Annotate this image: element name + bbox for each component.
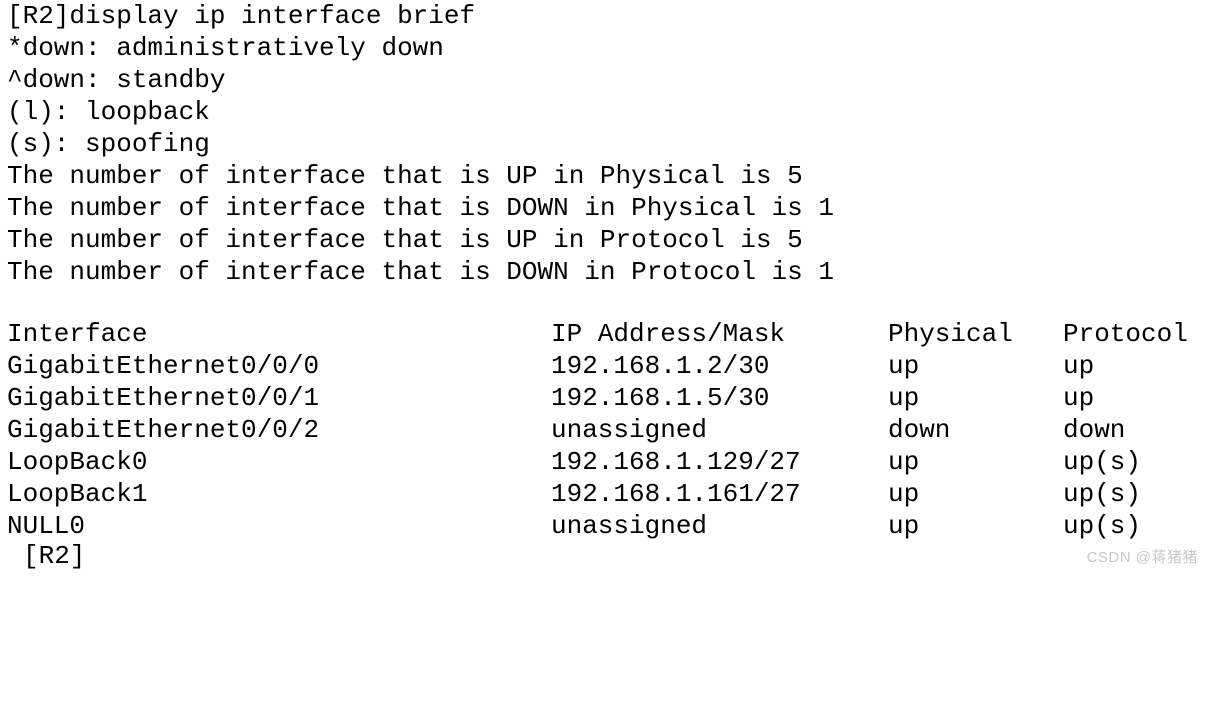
cell-ip-address-mask: 192.168.1.2/30 [551,351,770,381]
counter-line-up-physical: The number of interface that is UP in Ph… [0,160,1208,192]
legend-text: (l): loopback [7,97,210,127]
table-header-protocol: Protocol [1063,319,1188,349]
cell-physical-status: up [888,351,920,381]
terminal-output-pane: [R2]display ip interface brief *down: ad… [0,0,1208,573]
table-header-row: Interface IP Address/Mask Physical Proto… [0,318,1208,350]
cell-ip-address-mask: unassigned [551,511,708,541]
trailing-prompt-text: [R2] [23,541,86,571]
cell-ip-address-mask: 192.168.1.129/27 [551,447,801,477]
cell-protocol-status: up(s) [1063,479,1142,509]
legend-line-spoofing: (s): spoofing [0,128,1208,160]
table-row: GigabitEthernet0/0/2 unassigned down dow… [0,414,1208,446]
counter-line-down-protocol: The number of interface that is DOWN in … [0,256,1208,288]
table-header-physical: Physical [888,319,1013,349]
command-text: [R2]display ip interface brief [7,1,476,31]
cell-protocol-status: up [1063,351,1095,381]
cell-physical-status: up [888,383,920,413]
counter-line-up-protocol: The number of interface that is UP in Pr… [0,224,1208,256]
cell-interface: NULL0 [7,511,86,541]
table-row: GigabitEthernet0/0/0 192.168.1.2/30 up u… [0,350,1208,382]
legend-line-standby: ^down: standby [0,64,1208,96]
csdn-watermark: CSDN @蒋猪猪 [1086,549,1198,566]
legend-text: (s): spoofing [7,129,210,159]
cell-physical-status: up [888,479,920,509]
command-line: [R2]display ip interface brief [0,0,1208,32]
table-row: LoopBack0 192.168.1.129/27 up up(s) [0,446,1208,478]
counter-text: The number of interface that is UP in Pr… [7,225,803,255]
cell-interface: GigabitEthernet0/0/2 [7,415,320,445]
cell-interface: GigabitEthernet0/0/0 [7,351,320,381]
cell-protocol-status: up [1063,383,1095,413]
cell-interface: LoopBack0 [7,447,148,477]
cell-physical-status: down [888,415,951,445]
counter-text: The number of interface that is DOWN in … [7,257,834,287]
cell-interface: GigabitEthernet0/0/1 [7,383,320,413]
cell-protocol-status: up(s) [1063,447,1142,477]
cell-ip-address-mask: unassigned [551,415,708,445]
table-header-ip-address-mask: IP Address/Mask [551,319,786,349]
table-row: NULL0 unassigned up up(s) [0,510,1208,542]
table-row: GigabitEthernet0/0/1 192.168.1.5/30 up u… [0,382,1208,414]
cell-ip-address-mask: 192.168.1.161/27 [551,479,801,509]
cell-physical-status: up [888,447,920,477]
cell-physical-status: up [888,511,920,541]
trailing-prompt-line[interactable]: [R2] [0,540,1208,572]
legend-text: ^down: standby [7,65,226,95]
counter-text: The number of interface that is DOWN in … [7,193,834,223]
cell-protocol-status: down [1063,415,1126,445]
legend-text: *down: administratively down [7,33,444,63]
table-header-interface: Interface [7,319,148,349]
cell-interface: LoopBack1 [7,479,148,509]
legend-line-loopback: (l): loopback [0,96,1208,128]
counter-text: The number of interface that is UP in Ph… [7,161,803,191]
legend-line-admin-down: *down: administratively down [0,32,1208,64]
table-row: LoopBack1 192.168.1.161/27 up up(s) [0,478,1208,510]
cell-ip-address-mask: 192.168.1.5/30 [551,383,770,413]
counter-line-down-physical: The number of interface that is DOWN in … [0,192,1208,224]
cell-protocol-status: up(s) [1063,511,1142,541]
